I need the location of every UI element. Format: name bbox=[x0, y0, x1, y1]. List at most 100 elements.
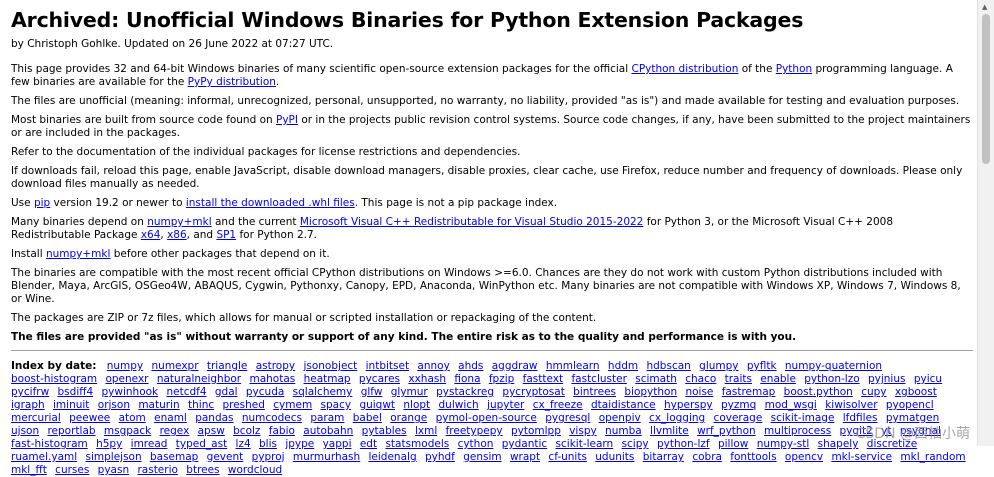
package-link[interactable]: preshed bbox=[222, 399, 264, 411]
package-link[interactable]: xgboost bbox=[895, 386, 937, 398]
package-link[interactable]: ahds bbox=[458, 360, 483, 372]
package-link[interactable]: iminuit bbox=[53, 399, 89, 411]
package-link[interactable]: simplejson bbox=[86, 451, 142, 463]
package-link[interactable]: pandas bbox=[195, 412, 233, 424]
pypi-link[interactable]: PyPI bbox=[276, 114, 298, 126]
package-link[interactable]: igraph bbox=[11, 399, 45, 411]
package-link[interactable]: rasterio bbox=[137, 464, 177, 476]
package-link[interactable]: orjson bbox=[98, 399, 130, 411]
numpy-mkl-link-2[interactable]: numpy+mkl bbox=[46, 248, 110, 260]
package-link[interactable]: python-lzo bbox=[804, 373, 859, 385]
package-link[interactable]: pycares bbox=[359, 373, 400, 385]
package-link[interactable]: fabio bbox=[269, 425, 295, 437]
package-link[interactable]: cython bbox=[458, 438, 494, 450]
package-link[interactable]: astropy bbox=[256, 360, 295, 372]
package-link[interactable]: scimath bbox=[635, 373, 677, 385]
msvc-redist-link[interactable]: Microsoft Visual C++ Redistributable for… bbox=[300, 216, 643, 228]
package-link[interactable]: pymol-open-source bbox=[436, 412, 537, 424]
package-link[interactable]: basemap bbox=[150, 451, 198, 463]
package-link[interactable]: shapely bbox=[818, 438, 859, 450]
package-link[interactable]: pillow bbox=[718, 438, 748, 450]
package-link[interactable]: h5py bbox=[96, 438, 122, 450]
python-link[interactable]: Python bbox=[776, 63, 812, 75]
package-link[interactable]: fasttext bbox=[523, 373, 563, 385]
package-link[interactable]: vispy bbox=[569, 425, 596, 437]
package-link[interactable]: wrapt bbox=[510, 451, 540, 463]
vertical-scrollbar[interactable]: ▲ bbox=[977, 0, 994, 446]
package-link[interactable]: openexr bbox=[105, 373, 148, 385]
package-link[interactable]: btrees bbox=[186, 464, 219, 476]
package-link[interactable]: scikit-image bbox=[771, 412, 835, 424]
package-link[interactable]: wrf_python bbox=[697, 425, 756, 437]
package-link[interactable]: triangle bbox=[207, 360, 247, 372]
package-link[interactable]: pygresql bbox=[545, 412, 590, 424]
package-link[interactable]: thinc bbox=[188, 399, 214, 411]
package-link[interactable]: cymem bbox=[273, 399, 312, 411]
pip-link[interactable]: pip bbox=[34, 197, 50, 209]
package-link[interactable]: guiqwt bbox=[359, 399, 395, 411]
package-link[interactable]: maturin bbox=[138, 399, 179, 411]
package-link[interactable]: netcdf4 bbox=[166, 386, 206, 398]
package-link[interactable]: fastremap bbox=[722, 386, 776, 398]
package-link[interactable]: lz4 bbox=[236, 438, 251, 450]
package-link[interactable]: fast-histogram bbox=[11, 438, 88, 450]
package-link[interactable]: numpy-quaternion bbox=[785, 360, 882, 372]
package-link[interactable]: reportlab bbox=[47, 425, 95, 437]
package-link[interactable]: jupyter bbox=[487, 399, 524, 411]
package-link[interactable]: fastcluster bbox=[571, 373, 626, 385]
package-link[interactable]: pywinhook bbox=[102, 386, 159, 398]
package-link[interactable]: mkl_random bbox=[900, 451, 965, 463]
package-link[interactable]: pyproj bbox=[252, 451, 285, 463]
package-link[interactable]: regex bbox=[160, 425, 190, 437]
package-link[interactable]: hmmlearn bbox=[546, 360, 600, 372]
package-link[interactable]: hyperspy bbox=[664, 399, 713, 411]
package-link[interactable]: multiprocess bbox=[764, 425, 831, 437]
package-link[interactable]: wordcloud bbox=[228, 464, 282, 476]
package-link[interactable]: bintrees bbox=[573, 386, 616, 398]
scrollbar-thumb[interactable] bbox=[982, 14, 990, 164]
package-link[interactable]: peewee bbox=[69, 412, 110, 424]
package-link[interactable]: cx_freeze bbox=[533, 399, 583, 411]
package-link[interactable]: chaco bbox=[685, 373, 716, 385]
package-link[interactable]: statsmodels bbox=[385, 438, 449, 450]
package-link[interactable]: xxhash bbox=[408, 373, 446, 385]
package-link[interactable]: llvmlite bbox=[650, 425, 689, 437]
package-link[interactable]: scipy bbox=[622, 438, 649, 450]
package-link[interactable]: leidenalg bbox=[369, 451, 417, 463]
package-link[interactable]: numpy-stl bbox=[757, 438, 810, 450]
package-link[interactable]: pycifrw bbox=[11, 386, 49, 398]
package-link[interactable]: sqlalchemy bbox=[293, 386, 353, 398]
package-link[interactable]: typed_ast bbox=[176, 438, 227, 450]
package-link[interactable]: apsw bbox=[198, 425, 225, 437]
package-link[interactable]: opencv bbox=[785, 451, 823, 463]
package-link[interactable]: pymatgen bbox=[886, 412, 939, 424]
package-link[interactable]: gevent bbox=[207, 451, 244, 463]
package-link[interactable]: numcodecs bbox=[242, 412, 302, 424]
package-link[interactable]: hddm bbox=[608, 360, 638, 372]
package-link[interactable]: pyhdf bbox=[425, 451, 455, 463]
package-link[interactable]: numba bbox=[605, 425, 642, 437]
package-link[interactable]: kiwisolver bbox=[825, 399, 877, 411]
package-link[interactable]: atom bbox=[119, 412, 146, 424]
package-link[interactable]: glymur bbox=[391, 386, 428, 398]
package-link[interactable]: pytomlpp bbox=[511, 425, 561, 437]
numpy-mkl-link[interactable]: numpy+mkl bbox=[147, 216, 211, 228]
package-link[interactable]: pycuda bbox=[246, 386, 284, 398]
package-link[interactable]: python-lzf bbox=[657, 438, 710, 450]
package-link[interactable]: msgpack bbox=[104, 425, 151, 437]
package-link[interactable]: mahotas bbox=[249, 373, 295, 385]
package-link[interactable]: param bbox=[310, 412, 344, 424]
package-link[interactable]: gensim bbox=[463, 451, 501, 463]
package-link[interactable]: udunits bbox=[595, 451, 634, 463]
package-link[interactable]: bcolz bbox=[233, 425, 260, 437]
package-link[interactable]: pyopencl bbox=[886, 399, 934, 411]
package-link[interactable]: hdbscan bbox=[646, 360, 690, 372]
x64-link[interactable]: x64 bbox=[141, 229, 161, 241]
package-link[interactable]: cobra bbox=[692, 451, 722, 463]
package-link[interactable]: glfw bbox=[361, 386, 383, 398]
package-link[interactable]: blis bbox=[259, 438, 277, 450]
package-link[interactable]: edt bbox=[360, 438, 377, 450]
install-whl-link[interactable]: install the downloaded .whl files bbox=[186, 197, 355, 209]
package-link[interactable]: bsdiff4 bbox=[58, 386, 94, 398]
package-link[interactable]: intbitset bbox=[366, 360, 409, 372]
